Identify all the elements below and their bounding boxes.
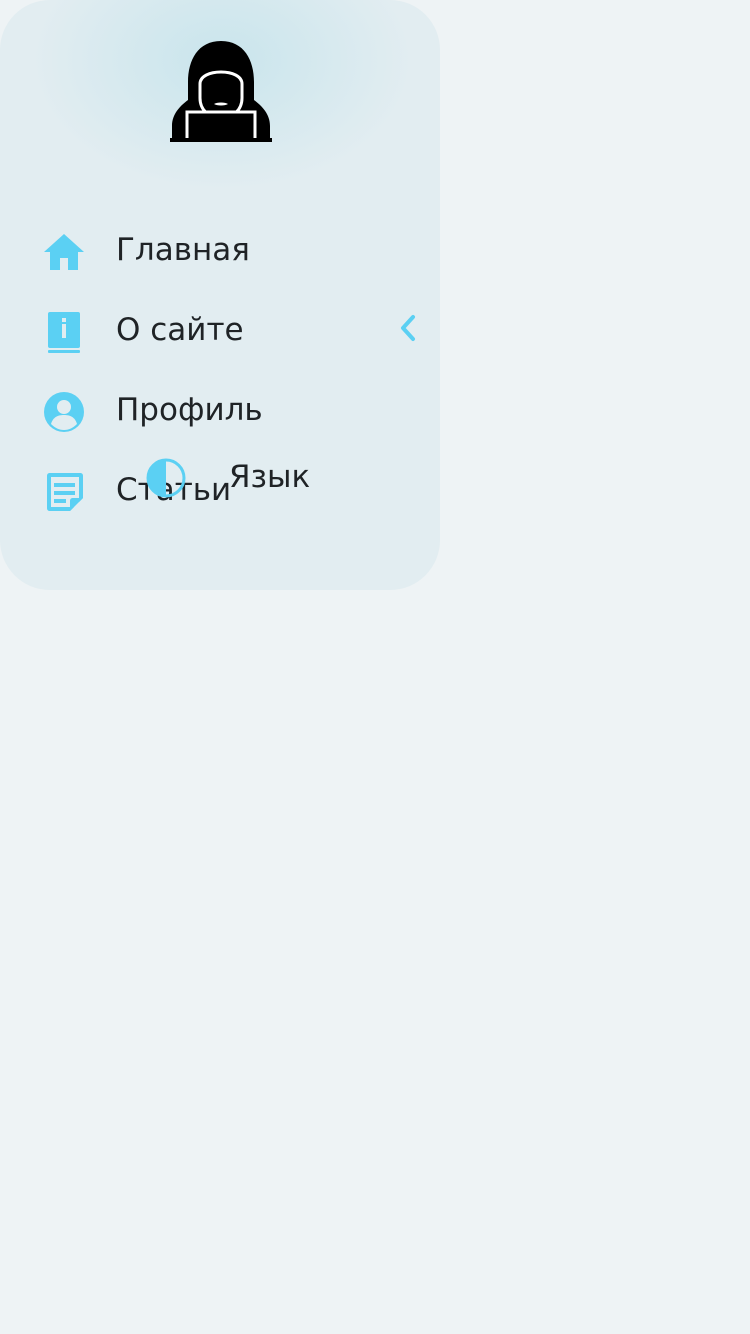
note-icon [42, 470, 86, 514]
sidebar: Главная О сайте Профиль Статьи Язык [0, 0, 440, 590]
language-label[interactable]: Язык [229, 459, 310, 495]
menu-item-about[interactable]: О сайте [0, 300, 440, 360]
menu-item-home-label: Главная [116, 232, 250, 268]
half-circle-contrast-icon [146, 458, 186, 498]
info-book-icon [42, 310, 86, 354]
menu-item-profile-label: Профиль [116, 392, 263, 428]
home-icon [42, 230, 86, 274]
menu-item-articles[interactable]: Статьи [0, 460, 440, 520]
menu-item-profile[interactable]: Профиль [0, 380, 440, 440]
menu-item-about-label: О сайте [116, 312, 244, 348]
user-circle-icon [42, 390, 86, 434]
page: Главная О сайте Профиль Статьи Язык [0, 0, 750, 1334]
chevron-left-icon[interactable] [396, 312, 420, 344]
hooded-hacker-icon[interactable] [170, 40, 272, 142]
menu-item-home[interactable]: Главная [0, 220, 440, 280]
theme-toggle-button[interactable] [145, 457, 187, 499]
